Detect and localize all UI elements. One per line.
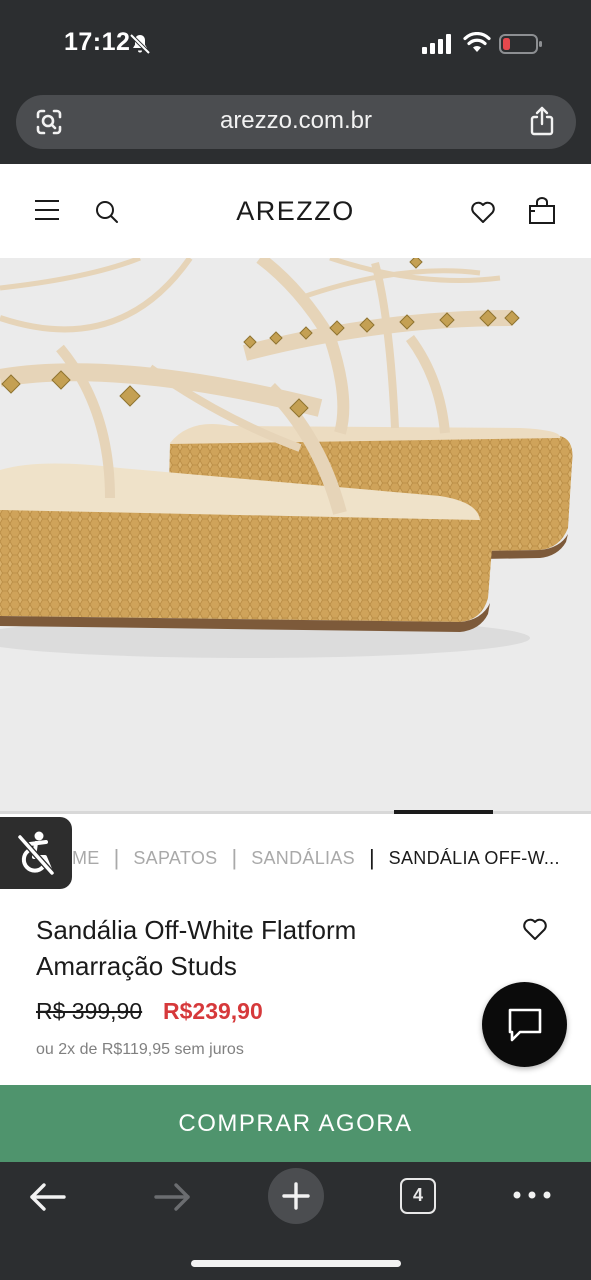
- page: 17:12 arezzo.com.br AREZZO ME | SAPATOS …: [0, 0, 591, 1280]
- home-indicator: [191, 1260, 401, 1267]
- share-icon[interactable]: [528, 105, 556, 137]
- original-price: R$ 399,90: [36, 998, 143, 1024]
- cellular-signal-icon: [422, 34, 451, 54]
- back-arrow-icon[interactable]: [28, 1180, 68, 1214]
- address-bar[interactable]: arezzo.com.br: [16, 95, 576, 149]
- brand-logo[interactable]: AREZZO: [0, 196, 591, 227]
- product-title-line2: Amarração Studs: [36, 951, 237, 981]
- breadcrumb-separator: |: [231, 845, 238, 870]
- chat-icon: [508, 1008, 542, 1042]
- site-header: AREZZO: [0, 164, 591, 258]
- browser-top-chrome: 17:12 arezzo.com.br: [0, 0, 591, 164]
- forward-arrow-icon[interactable]: [152, 1180, 192, 1214]
- chat-button[interactable]: [482, 982, 567, 1067]
- browser-bottom-toolbar: 4: [0, 1162, 591, 1280]
- wifi-icon: [463, 32, 491, 52]
- plus-icon: [282, 1182, 310, 1210]
- product-title-line1: Sandália Off-White Flatform: [36, 915, 357, 945]
- installments-text: ou 2x de R$119,95 sem juros: [36, 1041, 244, 1058]
- buy-now-button[interactable]: COMPRAR AGORA: [0, 1085, 591, 1162]
- breadcrumb-home[interactable]: ME: [72, 848, 100, 869]
- carousel-progress-active: [394, 810, 493, 814]
- breadcrumb: ME | SAPATOS | SANDÁLIAS | SANDÁLIA OFF-…: [72, 845, 560, 870]
- new-tab-button[interactable]: [268, 1168, 324, 1224]
- url-text[interactable]: arezzo.com.br: [16, 107, 576, 135]
- favorite-heart-icon[interactable]: [522, 917, 548, 941]
- sale-price: R$239,90: [163, 998, 263, 1024]
- product-title: Sandália Off-White Flatform Amarração St…: [36, 912, 476, 984]
- accessibility-icon: [17, 831, 55, 875]
- breadcrumb-current: SANDÁLIA OFF-W...: [388, 847, 560, 868]
- tabs-count-button[interactable]: 4: [400, 1178, 436, 1214]
- breadcrumb-separator: |: [113, 845, 120, 870]
- product-image[interactable]: [0, 258, 591, 814]
- carousel-progress-track: [0, 811, 591, 814]
- wishlist-heart-icon[interactable]: [470, 200, 496, 224]
- breadcrumb-sapatos[interactable]: SAPATOS: [133, 848, 217, 869]
- sandal-illustration: [0, 258, 573, 658]
- bell-slash-icon: [129, 33, 151, 55]
- breadcrumb-sandalias[interactable]: SANDÁLIAS: [251, 848, 355, 869]
- battery-low-icon: [499, 34, 542, 54]
- status-time: 17:12: [64, 28, 131, 56]
- breadcrumb-separator: |: [368, 845, 375, 870]
- shopping-bag-icon[interactable]: [527, 197, 557, 225]
- accessibility-button[interactable]: [0, 817, 72, 889]
- more-options-icon[interactable]: [512, 1188, 552, 1202]
